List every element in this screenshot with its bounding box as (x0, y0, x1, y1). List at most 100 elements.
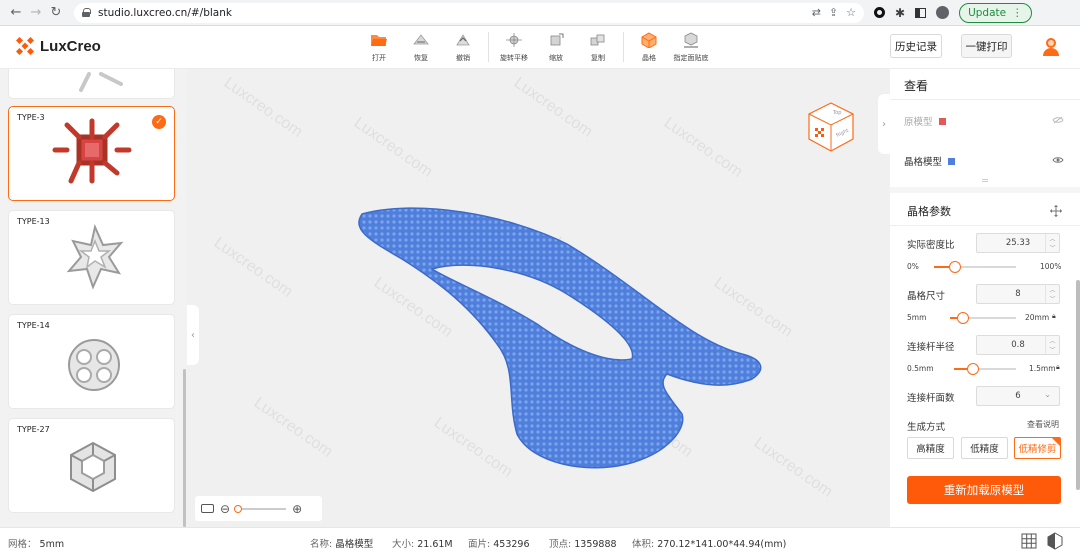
reload-icon[interactable]: ↻ (46, 3, 66, 23)
history-button[interactable]: 历史记录 (890, 34, 942, 58)
forward-icon[interactable]: → (26, 3, 46, 23)
density-value: 25.33 (1005, 238, 1031, 248)
address-bar[interactable]: studio.luxcreo.cn/#/blank ⇄ ⇪ ☆ (74, 2, 864, 23)
density-input[interactable]: 25.33 ︿ ﹀ (976, 233, 1060, 253)
lock-icon[interactable]: 🔒︎ (1052, 312, 1056, 321)
tool-lattice[interactable]: 晶格 (628, 29, 670, 63)
grid-status-label: 网格： (8, 539, 37, 550)
zoom-slider[interactable] (234, 504, 287, 513)
tool-scale[interactable]: 缩放 (535, 29, 577, 63)
cell-size-slider-knob[interactable] (957, 312, 970, 324)
tool-face-to-bottom[interactable]: 指定面贴底 (670, 29, 712, 63)
rod-radius-input[interactable]: 0.8 ︿ ﹀ (976, 335, 1060, 355)
tool-rotate-move-label: 旋转平移 (500, 54, 528, 62)
mode-low-precision-trim-button[interactable]: 低精修剪 (1014, 437, 1061, 459)
view-cube[interactable]: Top Right (807, 101, 855, 153)
copy-icon (587, 29, 609, 51)
original-model-row[interactable]: 原模型 (904, 114, 946, 128)
lattice-card-partial[interactable] (8, 69, 175, 99)
zoom-in-icon[interactable]: ⊕ (292, 502, 302, 516)
zoom-slider-knob[interactable] (234, 504, 243, 513)
faces-status: 面片: 453296 (468, 536, 530, 550)
density-slider-knob[interactable] (948, 261, 961, 273)
chevron-down-icon: ⌄ (1044, 390, 1051, 399)
cell-size-stepper[interactable]: ︿ ﹀ (1045, 285, 1059, 303)
cell-size-label: 晶格尺寸 (907, 291, 946, 302)
tool-rotate-move[interactable]: 旋转平移 (493, 29, 535, 63)
toolbar-divider (488, 32, 489, 62)
lattice-card-type-13[interactable]: TYPE-13 (8, 210, 175, 305)
mode-high-precision-button[interactable]: 高精度 (907, 437, 954, 459)
reload-original-model-button[interactable]: 重新加载原模型 (907, 476, 1061, 504)
density-max: 100% (1040, 262, 1062, 271)
bookmark-star-icon[interactable]: ☆ (846, 6, 856, 19)
cell-size-input[interactable]: 8 ︿ ﹀ (976, 284, 1060, 304)
volume-status: 体积: 270.12*141.00*44.94(mm) (632, 536, 786, 550)
divider (890, 225, 1080, 226)
back-icon[interactable]: ← (6, 3, 26, 23)
eye-icon[interactable] (1052, 156, 1064, 164)
face-to-bottom-icon (680, 29, 702, 51)
share-icon[interactable]: ⇪ (829, 6, 838, 19)
move-icon[interactable] (1050, 205, 1062, 217)
rod-radius-slider[interactable] (954, 363, 1016, 375)
grid-toggle-icon[interactable] (1021, 533, 1037, 549)
update-button[interactable]: Update ⋮ (959, 2, 1032, 23)
eye-hidden-icon[interactable] (1052, 116, 1064, 124)
cell-size-slider[interactable] (950, 312, 1016, 324)
zoom-out-icon[interactable]: ⊖ (220, 502, 230, 516)
profile-icon[interactable] (936, 6, 950, 19)
size-status-label: 大小: (392, 539, 415, 550)
sidebar-scrollbar[interactable] (183, 369, 186, 527)
lock-icon[interactable]: 🔒︎ (1056, 363, 1060, 372)
more-vert-icon: ⋮ (1012, 6, 1023, 19)
tool-copy-label: 复制 (591, 54, 605, 62)
lattice-card-type-14[interactable]: TYPE-14 (8, 314, 175, 409)
one-click-print-button[interactable]: 一键打印 (961, 34, 1012, 58)
tool-lattice-label: 晶格 (642, 54, 656, 62)
collapse-panel-button[interactable]: › (878, 94, 890, 154)
resize-handle-icon[interactable] (982, 179, 988, 182)
tool-redo-label: 恢复 (414, 54, 428, 62)
translate-icon[interactable]: ⇄ (812, 6, 821, 19)
density-slider[interactable] (934, 261, 1016, 273)
extensions-puzzle-icon[interactable]: ✱ (895, 6, 905, 20)
cell-size-value: 8 (1015, 289, 1021, 299)
tool-redo[interactable]: 恢复 (400, 29, 442, 63)
lattice-thumbnail (79, 72, 123, 92)
rod-radius-label: 连接杆半径 (907, 342, 955, 353)
side-panel-icon[interactable] (915, 7, 927, 18)
lattice-params-section: 晶格参数 实际密度比 25.33 ︿ ﹀ 0% 100% 晶格尺寸 8 ︿ ﹀ 5m… (890, 193, 1080, 527)
toggle-view-icon[interactable] (201, 504, 214, 513)
rod-faces-label: 连接杆面数 (907, 393, 955, 404)
extension-circle-icon[interactable] (874, 7, 885, 18)
lattice-card-type-27[interactable]: TYPE-27 (8, 418, 175, 513)
lattice-model-row[interactable]: 晶格模型 (904, 154, 956, 168)
tool-open[interactable]: 打开 (358, 29, 400, 63)
undo-icon (452, 29, 474, 51)
tool-open-label: 打开 (372, 54, 386, 62)
density-stepper[interactable]: ︿ ﹀ (1045, 234, 1059, 252)
shading-toggle-icon[interactable] (1047, 532, 1063, 550)
rod-radius-stepper[interactable]: ︿ ﹀ (1045, 336, 1059, 354)
original-model-label: 原模型 (904, 117, 933, 128)
mode-low-precision-button[interactable]: 低精度 (961, 437, 1008, 459)
lattice-model-label: 晶格模型 (904, 157, 943, 168)
open-folder-icon (368, 29, 390, 51)
avatar[interactable] (1042, 36, 1060, 56)
panel-scrollbar[interactable] (1076, 280, 1080, 490)
collapse-sidebar-button[interactable]: ‹ (187, 305, 199, 365)
rod-radius-slider-knob[interactable] (966, 363, 979, 375)
lattice-card-type-3[interactable]: TYPE-3 ✓ (8, 106, 175, 201)
rod-faces-select[interactable]: 6 ⌄ (976, 386, 1060, 406)
grid-status: 网格： 5mm (8, 536, 64, 550)
tool-copy[interactable]: 复制 (577, 29, 619, 63)
lattice-thumbnail (70, 441, 116, 493)
lattice-thumbnail (68, 339, 120, 391)
vertices-status-label: 顶点: (549, 539, 572, 550)
volume-status-label: 体积: (632, 539, 655, 550)
tool-undo[interactable]: 撤销 (442, 29, 484, 63)
help-link[interactable]: 查看说明 (1027, 419, 1059, 430)
3d-viewport[interactable]: Luxcreo.com Luxcreo.com Luxcreo.com Luxcreo… (187, 69, 890, 527)
right-panel: 查看 原模型 晶格模型 晶格参数 实际密度比 25.33 ︿﹀ 0% 100% (890, 69, 1080, 527)
